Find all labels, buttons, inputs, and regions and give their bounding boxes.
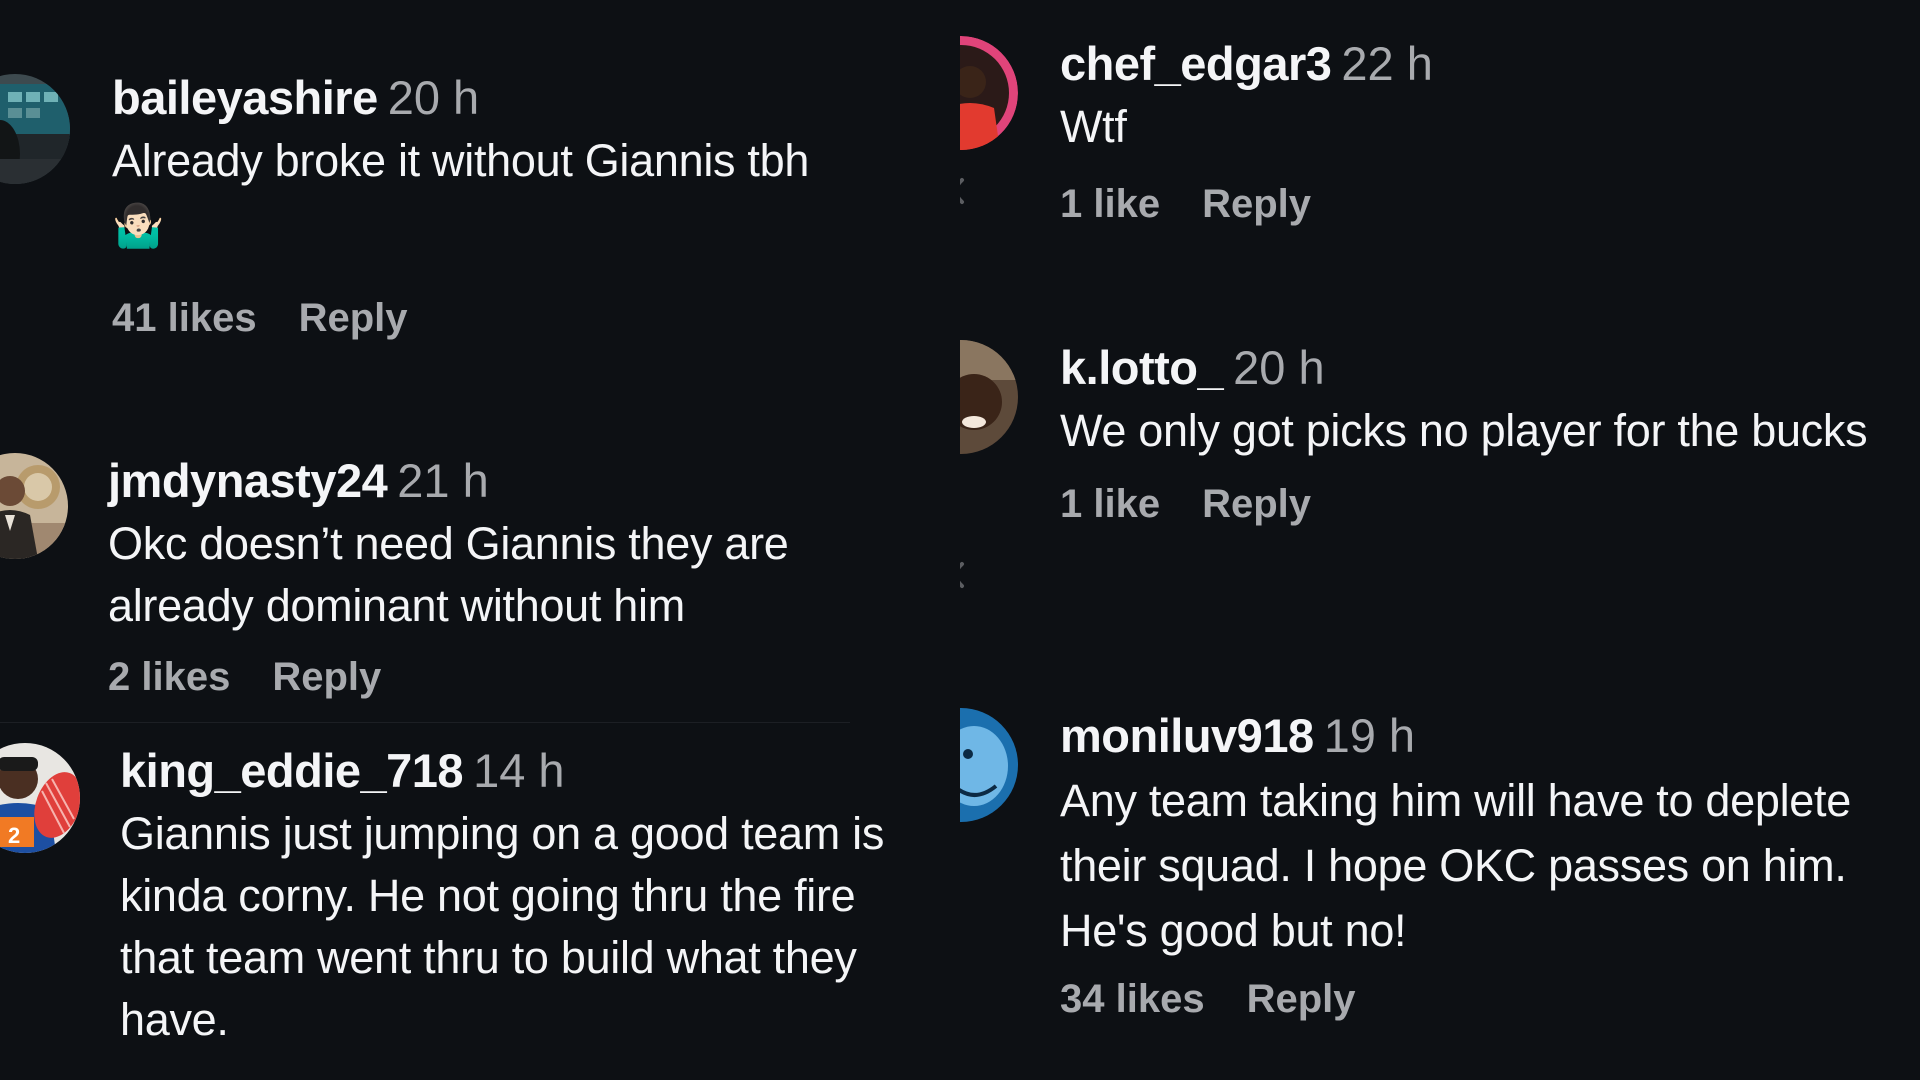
comment-username[interactable]: k.lotto_ bbox=[1060, 341, 1224, 394]
comment-text: Wtf bbox=[1060, 101, 1127, 152]
reply-button[interactable]: Reply bbox=[1247, 977, 1356, 1022]
comment-item: k.lotto_ 20 h We only got picks no player… bbox=[960, 340, 1920, 620]
comment-username[interactable]: king_eddie_718 bbox=[120, 744, 464, 797]
reply-button[interactable]: Reply bbox=[272, 655, 381, 700]
avatar[interactable] bbox=[960, 340, 1018, 454]
comment-username[interactable]: chef_edgar3 bbox=[1060, 37, 1332, 90]
comment-item: moniluv918 19 h Any team taking him will … bbox=[960, 708, 1920, 1080]
comment-timestamp: 19 h bbox=[1323, 709, 1416, 762]
comment-username[interactable]: moniluv918 bbox=[1060, 709, 1314, 762]
reply-button[interactable]: Reply bbox=[299, 296, 408, 341]
left-comments-panel: baileyashire 20 h Already broke it withou… bbox=[0, 0, 960, 1080]
comment-username[interactable]: baileyashire bbox=[112, 71, 378, 124]
comment-item: baileyashire 20 h Already broke it withou… bbox=[0, 70, 960, 350]
comment-text: Giannis just jumping on a good team is k… bbox=[120, 808, 885, 1045]
comment-timestamp: 22 h bbox=[1341, 37, 1433, 90]
right-comments-panel: chef_edgar3 22 h Wtf 1 like Reply k.lotto_… bbox=[960, 0, 1920, 1080]
comment-text: Already broke it without Giannis tbh bbox=[112, 135, 810, 186]
comment-text: We only got picks no player for the buck… bbox=[1060, 405, 1868, 456]
like-count[interactable]: 34 likes bbox=[1060, 977, 1205, 1022]
comment-text: Okc doesn’t need Giannis they are alread… bbox=[108, 518, 789, 631]
like-count[interactable]: 41 likes bbox=[112, 296, 257, 341]
avatar[interactable] bbox=[0, 453, 68, 559]
comment-timestamp: 14 h bbox=[473, 744, 565, 797]
divider bbox=[0, 722, 850, 723]
like-count[interactable]: 2 likes bbox=[108, 655, 230, 700]
reply-button[interactable]: Reply bbox=[1202, 482, 1311, 527]
comment-timestamp: 21 h bbox=[397, 454, 489, 507]
avatar[interactable]: 2 bbox=[0, 743, 80, 853]
comment-timestamp: 20 h bbox=[387, 71, 480, 124]
avatar[interactable] bbox=[960, 708, 1018, 822]
comment-text: Any team taking him will have to deplete… bbox=[1060, 775, 1851, 956]
comment-item: chef_edgar3 22 h Wtf 1 like Reply bbox=[960, 36, 1920, 266]
shrug-emoji: 🤷🏻‍♂️ bbox=[112, 202, 164, 249]
comment-timestamp: 20 h bbox=[1233, 341, 1325, 394]
like-count[interactable]: 1 like bbox=[1060, 182, 1160, 227]
comment-username[interactable]: jmdynasty24 bbox=[108, 454, 388, 507]
avatar[interactable] bbox=[960, 36, 1018, 150]
svg-text:2: 2 bbox=[8, 823, 20, 848]
avatar[interactable] bbox=[0, 74, 70, 184]
comment-item: 2 king_eddie_718 14 h Giannis just jumpin… bbox=[0, 743, 960, 1080]
comment-item: jmdynasty24 21 h Okc doesn’t need Giannis… bbox=[0, 453, 960, 723]
like-count[interactable]: 1 like bbox=[1060, 482, 1160, 527]
reply-button[interactable]: Reply bbox=[1202, 182, 1311, 227]
